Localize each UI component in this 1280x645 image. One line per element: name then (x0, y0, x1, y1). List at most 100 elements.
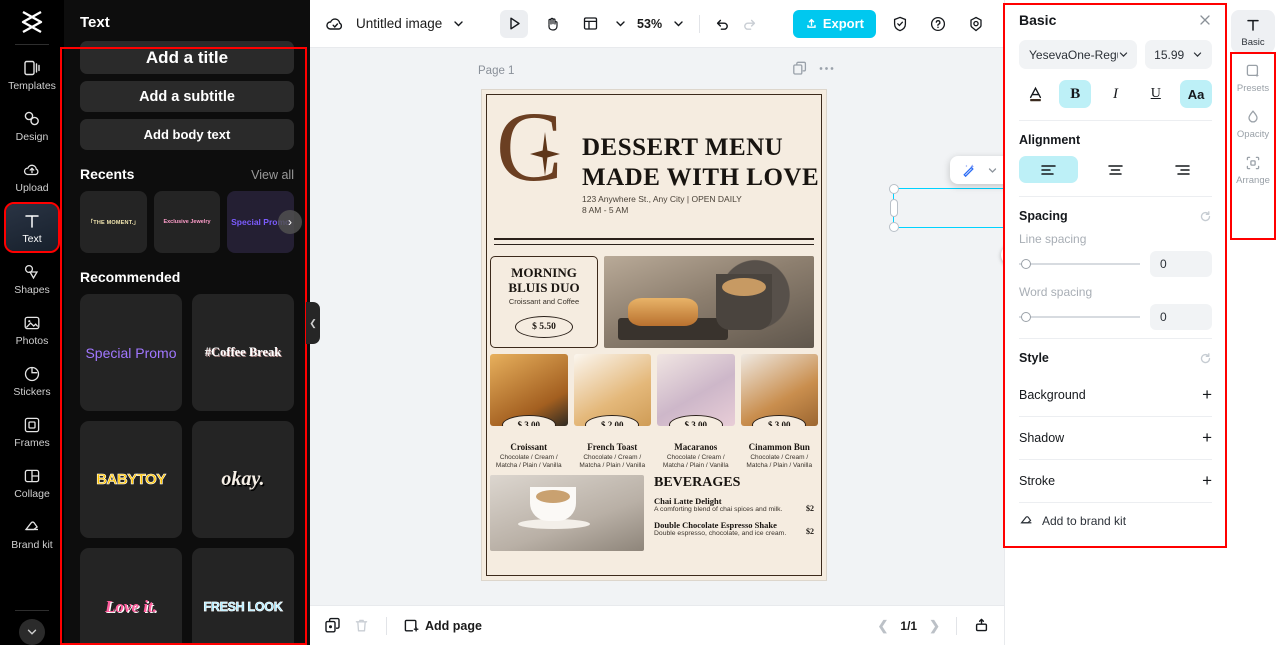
list-item[interactable]: #Coffee Break (192, 294, 294, 411)
sidebar-item-text[interactable]: Text (4, 202, 60, 253)
word-spacing-slider[interactable] (1019, 312, 1140, 322)
list-item[interactable]: BABYTOY (80, 421, 182, 538)
export-button[interactable]: Export (792, 9, 876, 38)
add-subtitle-button[interactable]: Add a subtitle (80, 81, 294, 112)
shadow-row[interactable]: Shadow + (1019, 417, 1212, 459)
sidebar-item-collage[interactable]: Collage (6, 459, 58, 506)
sidebar-item-frames[interactable]: Frames (6, 408, 58, 455)
text-color-button[interactable] (1019, 80, 1051, 108)
export-tray-icon[interactable] (973, 617, 990, 634)
select-tool-button[interactable] (500, 9, 529, 38)
list-item[interactable]: Exclusive Jewelry (153, 191, 221, 253)
beverage-photo[interactable] (490, 475, 644, 551)
underline-button[interactable]: U (1140, 80, 1172, 108)
shield-icon[interactable] (886, 10, 914, 38)
add-page-button[interactable]: Add page (403, 618, 482, 634)
slider-knob[interactable] (1021, 312, 1031, 322)
align-left-button[interactable] (1019, 156, 1078, 183)
sidebar-item-photos[interactable]: Photos (6, 306, 58, 353)
magic-wand-icon[interactable] (961, 162, 977, 178)
reset-icon[interactable] (1199, 210, 1212, 223)
font-size-select[interactable]: 15.99 (1145, 40, 1212, 69)
panel-collapse-handle[interactable]: ❮ (306, 302, 320, 344)
canvas-area[interactable]: Page 1 C DESSERT MENU MADE WITH LOVE 123… (310, 48, 1004, 605)
background-row[interactable]: Background + (1019, 374, 1212, 416)
document-title[interactable]: Untitled image (356, 16, 442, 31)
design-artboard[interactable]: C DESSERT MENU MADE WITH LOVE 123 Anywhe… (482, 90, 826, 580)
font-family-select[interactable]: YesevaOne-Regu (1019, 40, 1138, 69)
zoom-level[interactable]: 53% (637, 17, 662, 31)
plus-icon[interactable]: + (1202, 471, 1212, 491)
tab-basic[interactable]: Basic (1231, 10, 1275, 53)
resize-handle-top-left[interactable] (889, 184, 899, 194)
slider-knob[interactable] (1021, 259, 1031, 269)
list-item[interactable]: 「THE MOMENT.」 (80, 191, 147, 253)
redo-button[interactable] (741, 15, 758, 32)
line-spacing-input[interactable]: 0 (1150, 251, 1212, 277)
rotate-icon[interactable] (1001, 245, 1004, 265)
chevron-down-icon[interactable] (614, 17, 627, 30)
feature-item-card[interactable]: MORNING BLUIS DUO Croissant and Coffee $… (490, 256, 598, 348)
letter-case-button[interactable]: Aa (1180, 80, 1212, 108)
add-body-text-button[interactable]: Add body text (80, 119, 294, 150)
chevron-down-icon[interactable] (452, 17, 465, 30)
sidebar-item-templates[interactable]: Templates (6, 51, 58, 98)
chevron-down-icon[interactable] (987, 165, 998, 176)
sidebar-item-shapes[interactable]: Shapes (6, 255, 58, 302)
sidebar-item-design[interactable]: Design (6, 102, 58, 149)
sidebar-item-brand-kit[interactable]: Brand kit (6, 510, 58, 557)
list-item[interactable]: okay. (192, 421, 294, 538)
next-page-button[interactable]: ❯ (929, 618, 940, 634)
design-header-line2[interactable]: MADE WITH LOVE (582, 164, 819, 192)
plus-icon[interactable]: + (1202, 385, 1212, 405)
align-right-button[interactable] (1153, 156, 1212, 183)
design-header-line1[interactable]: DESSERT MENU (582, 134, 783, 162)
trash-icon[interactable] (353, 617, 370, 634)
list-item[interactable]: FRESH LOOK (192, 548, 294, 645)
list-item[interactable]: Special Promo (80, 294, 182, 411)
sidebar-item-stickers[interactable]: Stickers (6, 357, 58, 404)
layout-tool-button[interactable] (576, 10, 604, 38)
sidebar-item-upload[interactable]: Upload (6, 153, 58, 200)
recents-view-all-link[interactable]: View all (251, 168, 294, 182)
help-circle-icon[interactable] (924, 10, 952, 38)
align-center-button[interactable] (1086, 156, 1145, 183)
line-spacing-slider[interactable] (1019, 259, 1140, 269)
chevron-right-icon[interactable]: › (278, 210, 302, 234)
duplicate-page-icon[interactable] (324, 617, 341, 634)
add-title-button[interactable]: Add a title (80, 41, 294, 74)
duplicate-icon[interactable] (792, 61, 807, 76)
menu-item[interactable]: $ 3.00 Cinammon Bun Chocolate / Cream / … (740, 354, 818, 470)
add-to-brand-kit-button[interactable]: Add to brand kit (1019, 503, 1212, 528)
menu-item[interactable]: $ 3.00 Macaranos Chocolate / Cream / Mat… (657, 354, 735, 470)
tab-arrange[interactable]: Arrange (1231, 148, 1275, 191)
more-horizontal-icon[interactable] (819, 66, 834, 71)
settings-gear-icon[interactable] (962, 10, 990, 38)
reset-icon[interactable] (1199, 352, 1212, 365)
undo-button[interactable] (714, 15, 731, 32)
chevron-down-icon[interactable] (19, 619, 45, 645)
stroke-row[interactable]: Stroke + (1019, 460, 1212, 502)
tab-presets[interactable]: Presets (1231, 56, 1275, 99)
plus-icon[interactable]: + (1202, 428, 1212, 448)
close-icon[interactable] (1198, 13, 1212, 27)
item-photo: $ 3.00 (490, 354, 568, 426)
resize-handle-bottom-left[interactable] (889, 222, 899, 232)
italic-button[interactable]: I (1100, 80, 1132, 108)
beverage-row[interactable]: Chai Latte Delight A comforting blend of… (654, 496, 814, 515)
word-spacing-input[interactable]: 0 (1150, 304, 1212, 330)
design-address[interactable]: 123 Anywhere St., Any City | OPEN DAILY … (582, 194, 742, 216)
menu-item[interactable]: $ 3.00 Croissant Chocolate / Cream / Mat… (490, 354, 568, 470)
chevron-down-icon[interactable] (672, 17, 685, 30)
beverage-row[interactable]: Double Chocolate Espresso Shake Double e… (654, 520, 814, 539)
tab-opacity[interactable]: Opacity (1231, 102, 1275, 145)
menu-item[interactable]: $ 2.00 French Toast Chocolate / Cream / … (573, 354, 651, 470)
resize-handle-middle-left[interactable] (890, 199, 898, 217)
cloud-save-icon[interactable] (324, 13, 346, 35)
list-item[interactable]: Love it. (80, 548, 182, 645)
hero-photo[interactable] (604, 256, 814, 348)
prev-page-button[interactable]: ❮ (878, 618, 889, 634)
hand-tool-button[interactable] (538, 10, 566, 38)
capcut-logo[interactable] (19, 10, 45, 34)
bold-button[interactable]: B (1059, 80, 1092, 108)
